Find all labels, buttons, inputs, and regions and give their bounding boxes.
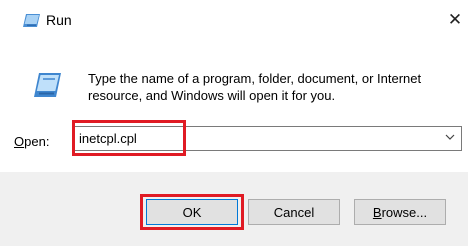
highlight-box-ok xyxy=(140,194,244,230)
window-title: Run xyxy=(46,12,72,28)
browse-button[interactable]: Browse... xyxy=(354,199,446,225)
browse-label-rest: rowse... xyxy=(381,204,428,220)
close-button[interactable]: ✕ xyxy=(444,8,466,32)
title-bar: Run ✕ xyxy=(0,0,468,40)
run-dialog: Run ✕ Type the name of a program, folder… xyxy=(0,0,468,246)
dialog-body: Type the name of a program, folder, docu… xyxy=(0,40,468,172)
highlight-box-input xyxy=(72,120,186,156)
instruction-text: Type the name of a program, folder, docu… xyxy=(88,71,422,103)
chevron-down-icon[interactable] xyxy=(443,131,457,145)
browse-accelerator: B xyxy=(372,204,382,220)
button-bar: OK Cancel Browse... xyxy=(0,172,468,246)
open-label-rest: pen: xyxy=(24,134,50,149)
run-icon xyxy=(34,73,61,97)
run-icon xyxy=(23,14,40,27)
open-label-accelerator: O xyxy=(14,134,25,149)
cancel-button[interactable]: Cancel xyxy=(248,199,340,225)
open-label: Open: xyxy=(14,134,49,149)
close-icon: ✕ xyxy=(447,10,463,29)
